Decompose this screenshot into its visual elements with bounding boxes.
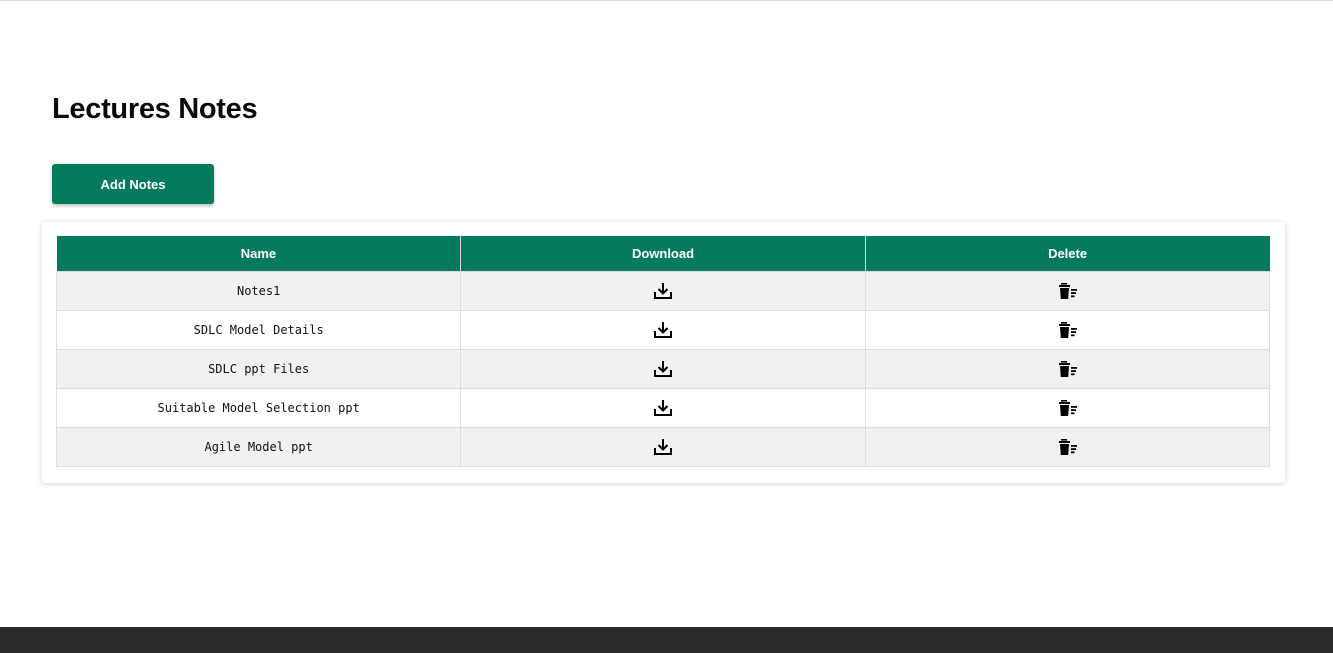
delete-cell — [864, 349, 1271, 389]
trash-list-icon[interactable] — [1056, 280, 1078, 302]
note-name-cell: SDLC ppt Files — [55, 349, 462, 389]
download-icon[interactable] — [652, 280, 674, 302]
note-name-cell: Notes1 — [55, 271, 462, 311]
download-cell — [460, 271, 866, 311]
delete-cell — [864, 271, 1271, 311]
table-row: SDLC ppt Files — [55, 349, 1271, 389]
download-cell — [460, 349, 866, 389]
column-header-name: Name — [56, 236, 462, 272]
download-icon[interactable] — [652, 358, 674, 380]
trash-list-icon[interactable] — [1056, 436, 1078, 458]
notes-table-body: Notes1 SDLC Model Details SDLC ppt Files Su… — [55, 271, 1271, 467]
download-icon[interactable] — [652, 436, 674, 458]
notes-card: Name Download Delete Notes1 SDLC Model De… — [42, 222, 1285, 483]
trash-list-icon[interactable] — [1056, 319, 1078, 341]
delete-cell — [864, 427, 1271, 467]
table-row: Notes1 — [55, 271, 1271, 311]
table-row: Agile Model ppt — [55, 427, 1271, 467]
note-name-cell: SDLC Model Details — [55, 310, 462, 350]
note-name-cell: Suitable Model Selection ppt — [55, 388, 462, 428]
download-cell — [460, 388, 866, 428]
footer — [0, 627, 1333, 653]
trash-list-icon[interactable] — [1056, 397, 1078, 419]
delete-cell — [864, 388, 1271, 428]
table-row: Suitable Model Selection ppt — [55, 388, 1271, 428]
download-cell — [460, 427, 866, 467]
download-cell — [460, 310, 866, 350]
table-row: SDLC Model Details — [55, 310, 1271, 350]
delete-cell — [864, 310, 1271, 350]
top-divider — [0, 0, 1333, 1]
column-header-download: Download — [460, 236, 866, 272]
table-header-row: Name Download Delete — [56, 236, 1270, 272]
download-icon[interactable] — [652, 397, 674, 419]
page-title: Lectures Notes — [52, 93, 258, 125]
notes-table: Name Download Delete Notes1 SDLC Model De… — [55, 236, 1271, 467]
download-icon[interactable] — [652, 319, 674, 341]
note-name-cell: Agile Model ppt — [55, 427, 462, 467]
column-header-delete: Delete — [865, 236, 1270, 272]
add-notes-button[interactable]: Add Notes — [52, 164, 214, 204]
trash-list-icon[interactable] — [1056, 358, 1078, 380]
